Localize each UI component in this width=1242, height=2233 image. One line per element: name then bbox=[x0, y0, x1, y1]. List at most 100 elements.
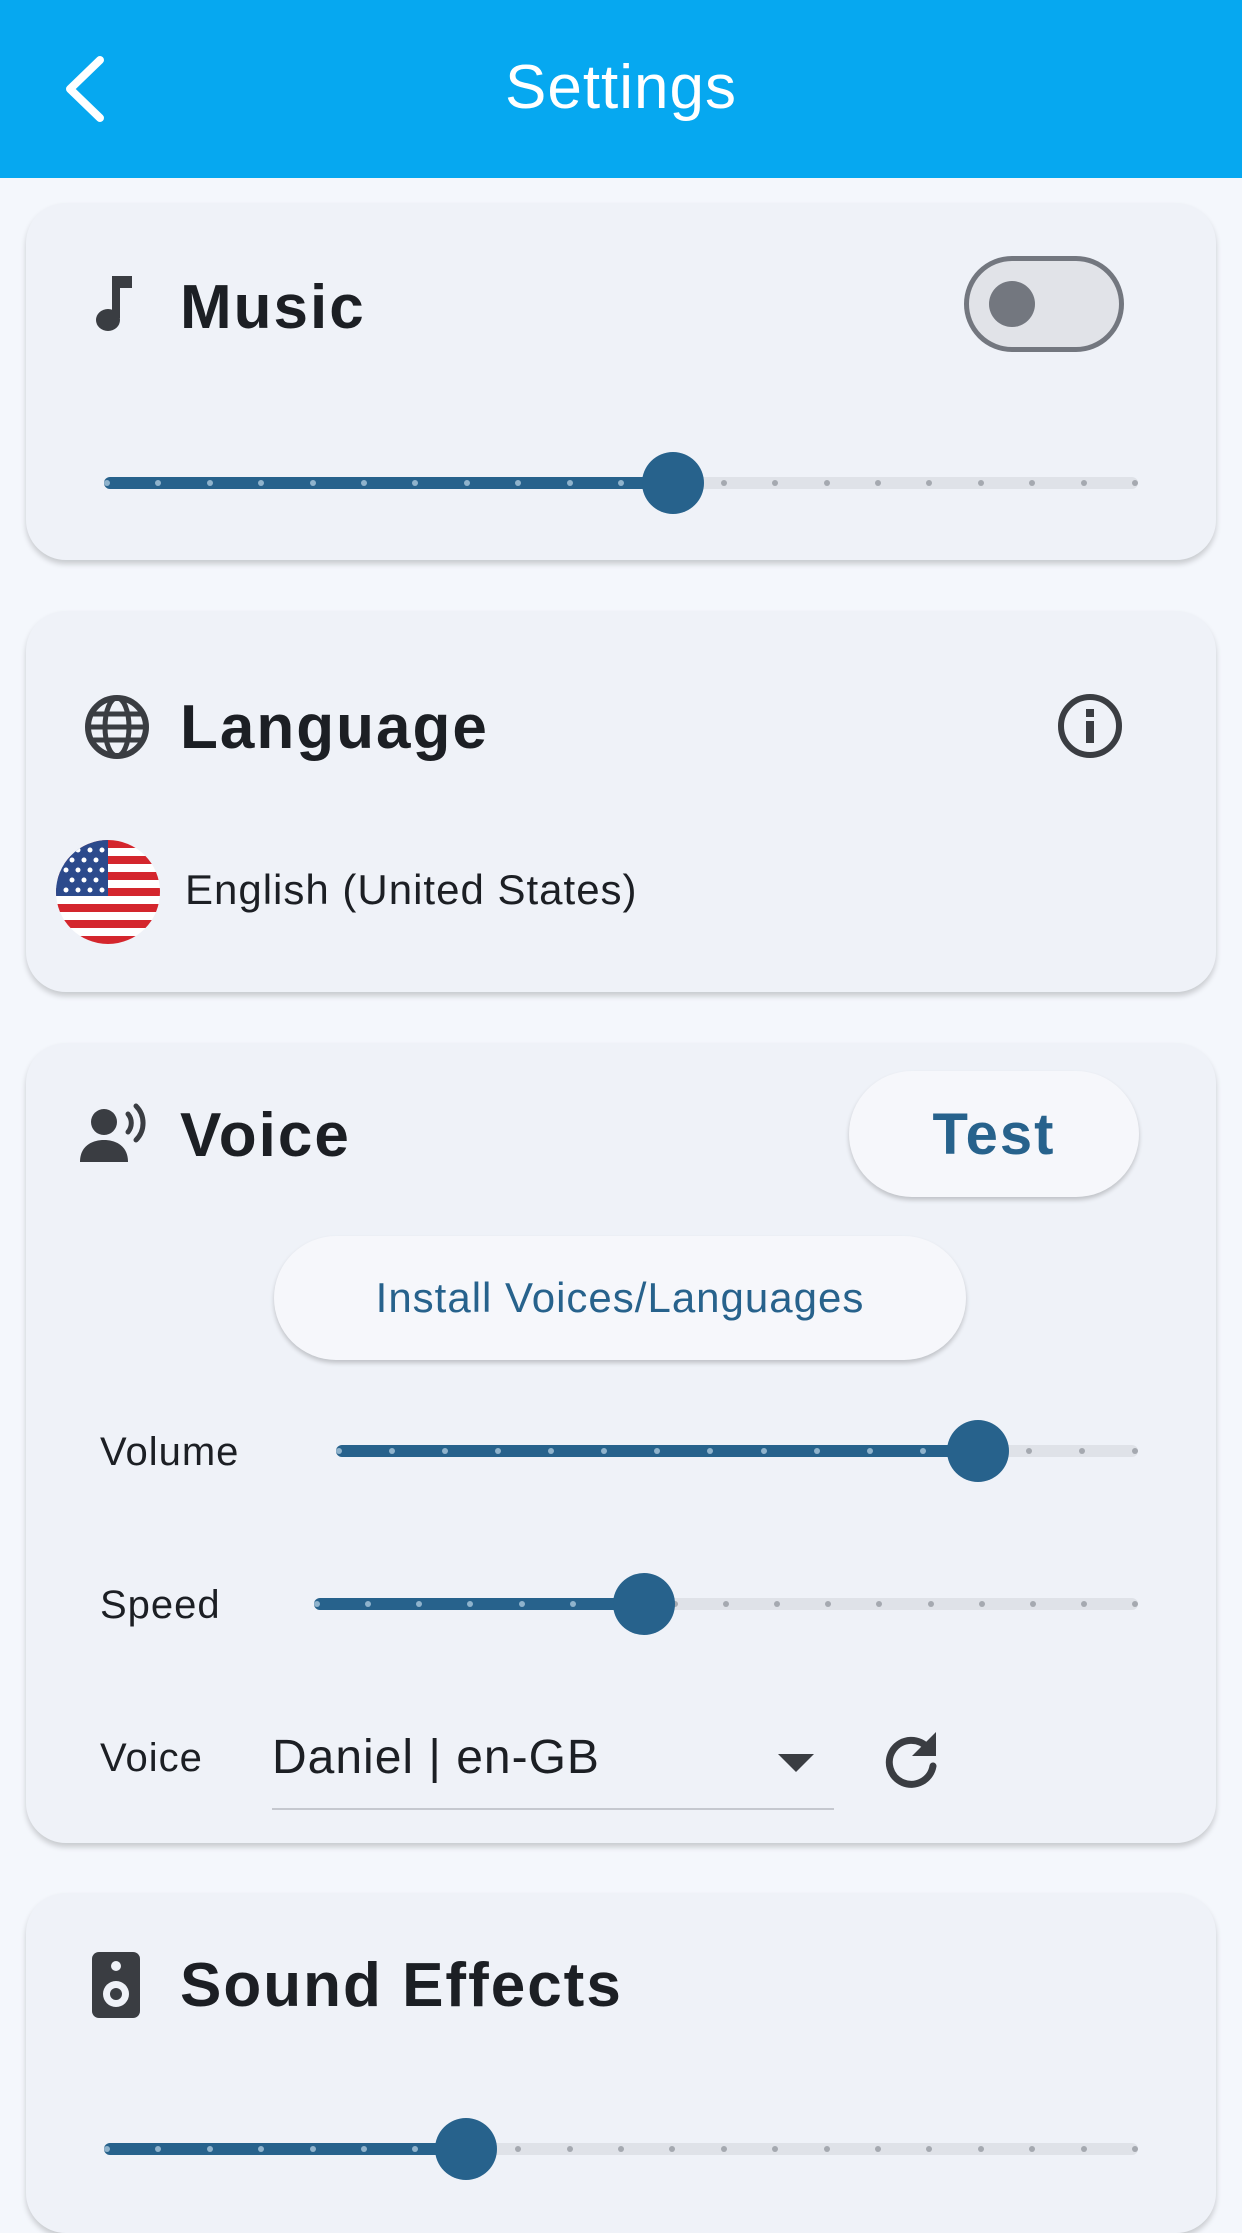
slider-tick bbox=[721, 480, 727, 486]
music-slider-thumb[interactable] bbox=[642, 452, 704, 514]
slider-tick bbox=[495, 1448, 501, 1454]
slider-tick bbox=[258, 2146, 264, 2152]
slider-tick bbox=[515, 480, 521, 486]
music-title: Music bbox=[180, 273, 366, 342]
slider-tick bbox=[814, 1448, 820, 1454]
slider-tick bbox=[570, 1601, 576, 1607]
install-voices-button[interactable]: Install Voices/Languages bbox=[274, 1236, 966, 1360]
slider-tick bbox=[1132, 2146, 1138, 2152]
slider-tick bbox=[618, 480, 624, 486]
slider-tick bbox=[1132, 1448, 1138, 1454]
slider-tick bbox=[416, 1601, 422, 1607]
sound-effects-slider[interactable] bbox=[104, 2118, 1138, 2180]
slider-tick bbox=[442, 1448, 448, 1454]
slider-tick bbox=[389, 1448, 395, 1454]
voice-dropdown[interactable]: Daniel | en-GB bbox=[272, 1730, 834, 1810]
info-icon[interactable] bbox=[1056, 692, 1124, 760]
slider-tick bbox=[361, 2146, 367, 2152]
slider-tick bbox=[548, 1448, 554, 1454]
sound-effects-card bbox=[26, 1893, 1216, 2233]
slider-tick bbox=[618, 2146, 624, 2152]
slider-tick bbox=[876, 1601, 882, 1607]
slider-tick bbox=[978, 2146, 984, 2152]
slider-tick bbox=[515, 2146, 521, 2152]
music-toggle-knob bbox=[989, 281, 1035, 327]
language-title: Language bbox=[180, 693, 489, 762]
slider-tick bbox=[1030, 1601, 1036, 1607]
sound-effects-slider-thumb[interactable] bbox=[435, 2118, 497, 2180]
slider-tick bbox=[920, 1448, 926, 1454]
slider-tick bbox=[824, 480, 830, 486]
slider-tick bbox=[774, 1601, 780, 1607]
speaker-icon bbox=[92, 1952, 140, 2018]
slider-tick bbox=[1081, 2146, 1087, 2152]
slider-tick bbox=[155, 480, 161, 486]
volume-slider-thumb[interactable] bbox=[947, 1420, 1009, 1482]
slider-tick bbox=[926, 480, 932, 486]
slider-tick bbox=[825, 1601, 831, 1607]
volume-label: Volume bbox=[100, 1430, 240, 1474]
slider-tick bbox=[467, 1601, 473, 1607]
slider-tick bbox=[310, 2146, 316, 2152]
slider-tick bbox=[1081, 1601, 1087, 1607]
slider-tick bbox=[1026, 1448, 1032, 1454]
slider-tick bbox=[155, 2146, 161, 2152]
slider-tick bbox=[1132, 1601, 1138, 1607]
slider-tick bbox=[567, 480, 573, 486]
test-button[interactable]: Test bbox=[849, 1071, 1139, 1197]
slider-tick bbox=[464, 480, 470, 486]
slider-tick bbox=[567, 2146, 573, 2152]
voice-title: Voice bbox=[180, 1101, 351, 1170]
globe-icon bbox=[85, 695, 149, 759]
slider-tick bbox=[654, 1448, 660, 1454]
slider-tick bbox=[104, 480, 110, 486]
slider-tick bbox=[669, 2146, 675, 2152]
slider-tick bbox=[772, 480, 778, 486]
us-flag-icon bbox=[56, 840, 160, 944]
refresh-icon[interactable] bbox=[876, 1726, 946, 1796]
slider-tick bbox=[1029, 2146, 1035, 2152]
speed-slider-thumb[interactable] bbox=[613, 1573, 675, 1635]
slider-tick bbox=[104, 2146, 110, 2152]
slider-tick bbox=[875, 2146, 881, 2152]
slider-tick bbox=[979, 1601, 985, 1607]
slider-tick bbox=[519, 1601, 525, 1607]
slider-tick bbox=[978, 480, 984, 486]
music-note-icon bbox=[96, 276, 132, 331]
slider-tick bbox=[721, 2146, 727, 2152]
slider-tick bbox=[1132, 480, 1138, 486]
slider-tick bbox=[1029, 480, 1035, 486]
slider-tick bbox=[412, 480, 418, 486]
speaking-person-icon bbox=[80, 1103, 146, 1162]
slider-tick bbox=[867, 1448, 873, 1454]
app-bar: Settings bbox=[0, 0, 1242, 178]
language-card bbox=[26, 611, 1216, 992]
sound-effects-slider-ticks bbox=[104, 2146, 1138, 2152]
slider-tick bbox=[824, 2146, 830, 2152]
volume-slider[interactable] bbox=[336, 1420, 1138, 1482]
slider-tick bbox=[310, 480, 316, 486]
speed-slider[interactable] bbox=[314, 1573, 1138, 1635]
slider-tick bbox=[761, 1448, 767, 1454]
speed-label: Speed bbox=[100, 1583, 221, 1627]
slider-tick bbox=[207, 480, 213, 486]
slider-tick bbox=[1079, 1448, 1085, 1454]
slider-tick bbox=[258, 480, 264, 486]
slider-tick bbox=[412, 2146, 418, 2152]
music-slider[interactable] bbox=[104, 452, 1138, 514]
volume-slider-ticks bbox=[336, 1448, 1138, 1454]
voice-dropdown-value: Daniel | en-GB bbox=[272, 1731, 600, 1784]
slider-tick bbox=[361, 480, 367, 486]
music-toggle[interactable] bbox=[964, 256, 1124, 352]
sound-effects-title: Sound Effects bbox=[180, 1951, 623, 2020]
selected-language[interactable]: English (United States) bbox=[185, 866, 638, 914]
slider-tick bbox=[336, 1448, 342, 1454]
slider-tick bbox=[772, 2146, 778, 2152]
slider-tick bbox=[707, 1448, 713, 1454]
dropdown-arrow-icon bbox=[778, 1754, 814, 1772]
slider-tick bbox=[875, 480, 881, 486]
slider-tick bbox=[365, 1601, 371, 1607]
slider-tick bbox=[928, 1601, 934, 1607]
slider-tick bbox=[723, 1601, 729, 1607]
slider-tick bbox=[926, 2146, 932, 2152]
